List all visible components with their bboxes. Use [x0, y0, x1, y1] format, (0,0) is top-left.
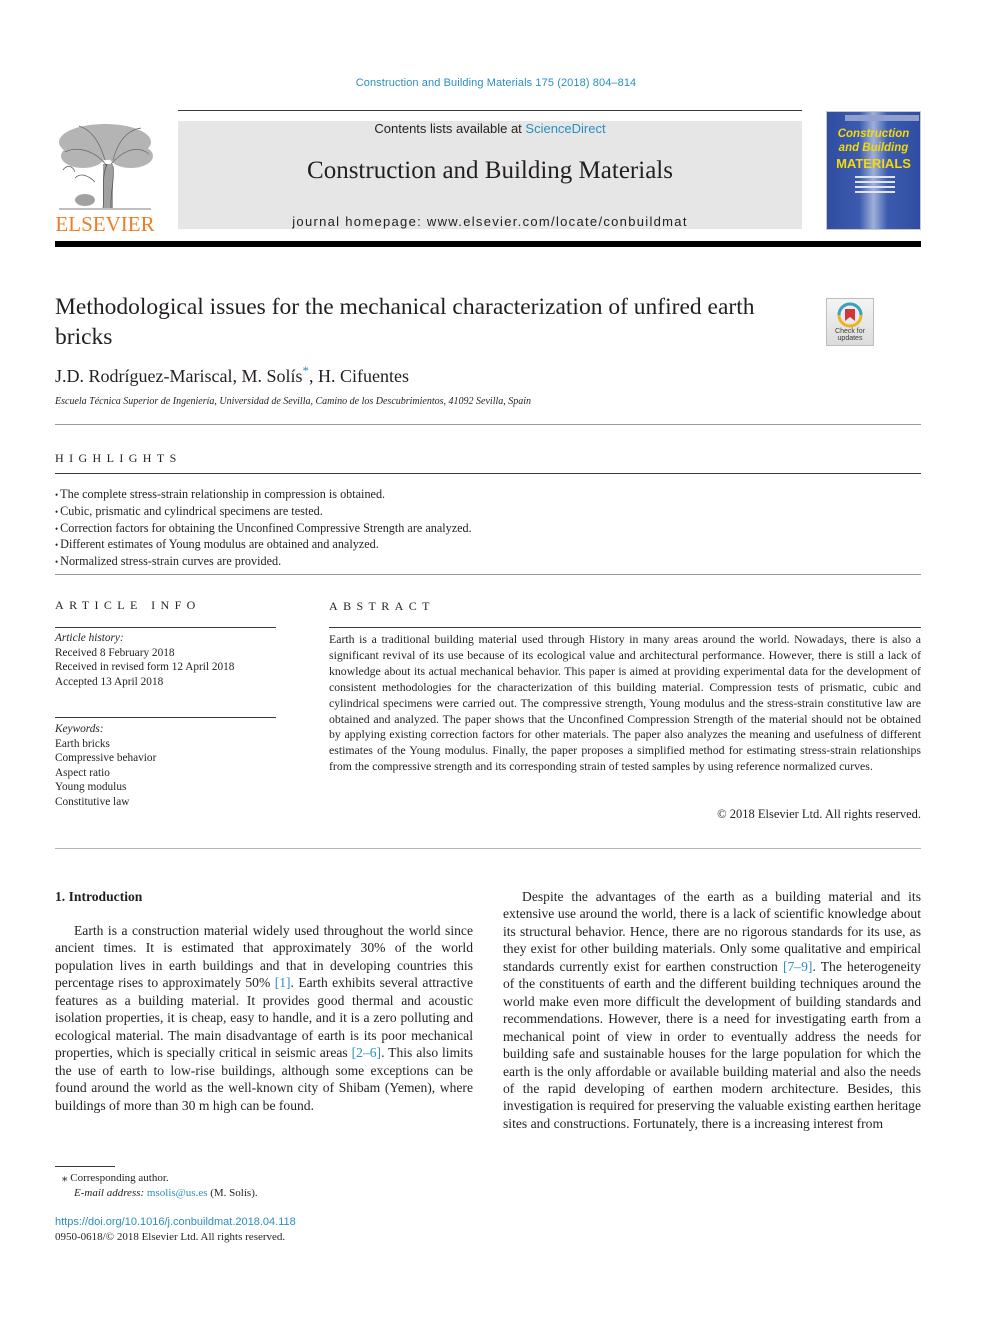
history-revised: Received in revised form 12 April 2018 — [55, 661, 235, 673]
email-label: E-mail address: — [74, 1187, 147, 1199]
sciencedirect-link[interactable]: ScienceDirect — [525, 121, 605, 136]
body-paragraph: Earth is a construction material widely … — [55, 922, 473, 1114]
author-name[interactable]: M. Solís — [241, 366, 302, 386]
affiliation: Escuela Técnica Superior de Ingeniería, … — [55, 396, 532, 407]
reference-link[interactable]: [2–6] — [352, 1045, 381, 1060]
keyword: Compressive behavior — [55, 752, 157, 764]
highlight-item: Correction factors for obtaining the Unc… — [55, 521, 472, 538]
check-updates-label: Check for updates — [827, 328, 873, 342]
divider — [329, 627, 921, 628]
journal-title: Construction and Building Materials — [307, 157, 673, 184]
contents-prefix: Contents lists available at — [374, 121, 526, 136]
divider — [55, 717, 276, 718]
keyword: Earth bricks — [55, 737, 110, 750]
article-info-heading: ARTICLE INFO — [55, 598, 201, 612]
email-link[interactable]: msolis@us.es — [147, 1187, 208, 1199]
header-thick-rule — [55, 241, 921, 247]
keywords: Keywords: Earth bricks Compressive behav… — [55, 722, 156, 809]
author-name[interactable]: J.D. Rodríguez-Mariscal — [55, 366, 232, 386]
history-accepted: Accepted 13 April 2018 — [55, 675, 164, 688]
journal-cover-thumbnail[interactable]: Construction and Building MATERIALS — [826, 111, 921, 230]
doi-link[interactable]: https://doi.org/10.1016/j.conbuildmat.20… — [55, 1216, 296, 1228]
header-top-rule — [178, 110, 802, 111]
body-paragraph: Despite the advantages of the earth as a… — [503, 888, 921, 1132]
check-updates-label-line-1: Check for — [835, 328, 865, 335]
elsevier-wordmark: ELSEVIER — [55, 212, 155, 236]
highlights-list: The complete stress-strain relationship … — [55, 487, 472, 571]
article-history: Article history: Received 8 February 201… — [55, 631, 234, 689]
cover-title: Construction and Building — [827, 127, 920, 155]
highlight-item: Normalized stress-strain curves are prov… — [55, 554, 472, 571]
check-updates-label-line-2: updates — [837, 335, 863, 342]
keywords-label: Keywords: — [55, 723, 104, 735]
cover-title-line-2: and Building — [838, 142, 909, 154]
history-received: Received 8 February 2018 — [55, 646, 175, 659]
divider — [55, 473, 921, 474]
author-name[interactable]: H. Cifuentes — [318, 366, 409, 386]
check-updates-icon — [837, 302, 863, 328]
cover-materials: MATERIALS — [836, 156, 911, 171]
elsevier-logo[interactable]: ELSEVIER — [55, 120, 155, 236]
elsevier-tree-icon — [59, 124, 153, 210]
abstract-heading: ABSTRACT — [329, 599, 435, 613]
keyword: Aspect ratio — [55, 766, 110, 779]
divider — [55, 424, 921, 425]
issn-copyright: 0950-0618/© 2018 Elsevier Ltd. All right… — [55, 1231, 286, 1243]
highlight-item: Different estimates of Young modulus are… — [55, 537, 472, 554]
author-separator: , — [308, 366, 318, 386]
abstract-text: Earth is a traditional building material… — [329, 632, 921, 774]
article-history-label: Article history: — [55, 632, 124, 644]
journal-homepage[interactable]: journal homepage: www.elsevier.com/locat… — [178, 214, 802, 229]
reference-link[interactable]: [1] — [275, 975, 291, 990]
footnote-text: Corresponding author. — [70, 1172, 169, 1184]
journal-citation-link[interactable]: Construction and Building Materials 175 … — [0, 77, 992, 89]
keyword: Constitutive law — [55, 795, 130, 808]
highlight-item: The complete stress-strain relationship … — [55, 487, 472, 504]
reference-link[interactable]: [7–9] — [783, 959, 812, 974]
email-owner: (M. Solís). — [207, 1187, 258, 1199]
section-heading-introduction: 1. Introduction — [55, 889, 143, 904]
abstract-copyright: © 2018 Elsevier Ltd. All rights reserved… — [717, 807, 921, 821]
article-title: Methodological issues for the mechanical… — [55, 294, 755, 350]
cover-title-line-1: Construction — [837, 128, 910, 140]
body-column-right: Despite the advantages of the earth as a… — [503, 888, 921, 1132]
check-for-updates-button[interactable]: Check for updates — [826, 298, 874, 346]
contents-line: Contents lists available at ScienceDirec… — [178, 121, 802, 136]
paragraph-text: . The heterogeneity of the constituents … — [503, 958, 921, 1131]
corresponding-author-footnote: ⁎ Corresponding author. — [62, 1171, 169, 1184]
keyword: Young modulus — [55, 781, 127, 793]
body-column-left: Earth is a construction material widely … — [55, 922, 473, 1114]
cover-top-bar — [845, 115, 919, 121]
divider — [55, 848, 921, 849]
journal-banner: Contents lists available at ScienceDirec… — [178, 121, 802, 229]
highlights-heading: HIGHLIGHTS — [55, 451, 182, 465]
divider — [55, 627, 276, 628]
footnote-rule — [55, 1166, 115, 1167]
divider — [55, 574, 921, 575]
highlight-item: Cubic, prismatic and cylindrical specime… — [55, 504, 472, 521]
email-footnote: E-mail address: msolis@us.es (M. Solís). — [74, 1187, 258, 1199]
footnote-mark: ⁎ — [62, 1172, 68, 1184]
cover-subtitle-lines — [855, 176, 895, 196]
author-list: J.D. Rodríguez-Mariscal, M. Solís*, H. C… — [55, 363, 409, 387]
